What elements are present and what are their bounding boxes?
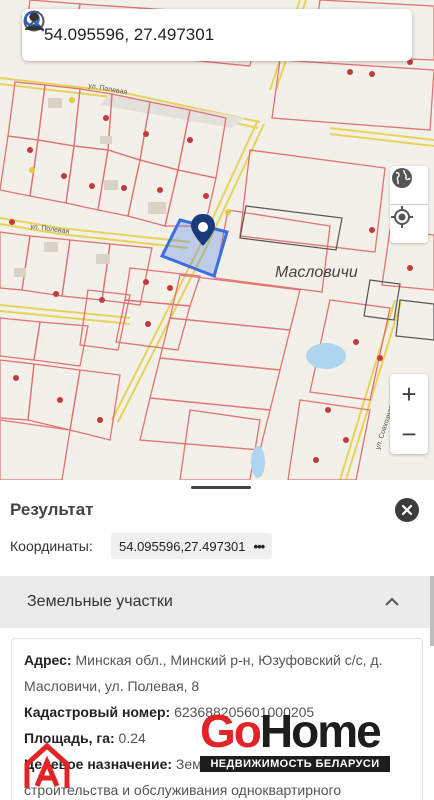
logo-go: Go: [200, 705, 262, 757]
address-value: Минская обл., Минский р-н, Юзуфовский с/…: [24, 652, 383, 694]
chevron-up-icon[interactable]: [384, 597, 400, 607]
drag-handle[interactable]: [191, 486, 251, 489]
coordinates-chip[interactable]: 54.095596,27.497301 •••: [111, 533, 273, 559]
area-value: 0.24: [118, 730, 146, 746]
profile-button[interactable]: [25, 12, 398, 53]
clear-search-button[interactable]: [23, 10, 314, 53]
address-row: Адрес: Минская обл., Минский р-н, Юзуфов…: [24, 647, 410, 699]
search-bar: [22, 9, 412, 61]
cadastral-map[interactable]: ул. Полевая ул. Полевая ул. Совхозная Ма…: [0, 0, 434, 480]
logo-home: Home: [259, 705, 382, 757]
result-title: Результат: [10, 500, 94, 519]
more-menu-icon[interactable]: •••: [254, 539, 266, 554]
gohome-watermark-logo: GoHome НЕДВИЖИМОСТЬ БЕЛАРУСИ: [200, 706, 390, 776]
logo-wordmark: GoHome: [200, 705, 382, 757]
address-label: Адрес:: [24, 652, 72, 668]
cadastral-label: Кадастровый номер:: [24, 704, 171, 720]
zoom-in-button[interactable]: +: [390, 374, 428, 414]
my-location-icon: [391, 206, 413, 228]
place-name-label: Масловичи: [275, 264, 358, 281]
land-parcels-accordion[interactable]: Земельные участки: [0, 576, 430, 628]
globe-icon: [392, 168, 412, 188]
search-input[interactable]: [22, 9, 278, 61]
close-result-button[interactable]: [395, 498, 419, 522]
coordinates-label: Координаты:: [10, 538, 93, 554]
my-location-button[interactable]: [390, 205, 428, 243]
coordinates-value: 54.095596,27.497301: [119, 538, 246, 554]
person-icon: [25, 12, 43, 30]
logo-subtitle: НЕДВИЖИМОСТЬ БЕЛАРУСИ: [200, 756, 390, 772]
close-icon: [401, 504, 413, 516]
map-canvas[interactable]: [0, 0, 434, 480]
agency-logo-icon: [24, 742, 70, 788]
search-button[interactable]: [24, 11, 356, 53]
zoom-controls: + −: [390, 374, 428, 454]
accordion-title: Земельные участки: [27, 593, 173, 610]
zoom-out-button[interactable]: −: [390, 414, 428, 454]
layers-button[interactable]: [390, 166, 428, 204]
scrollbar[interactable]: [430, 576, 434, 646]
